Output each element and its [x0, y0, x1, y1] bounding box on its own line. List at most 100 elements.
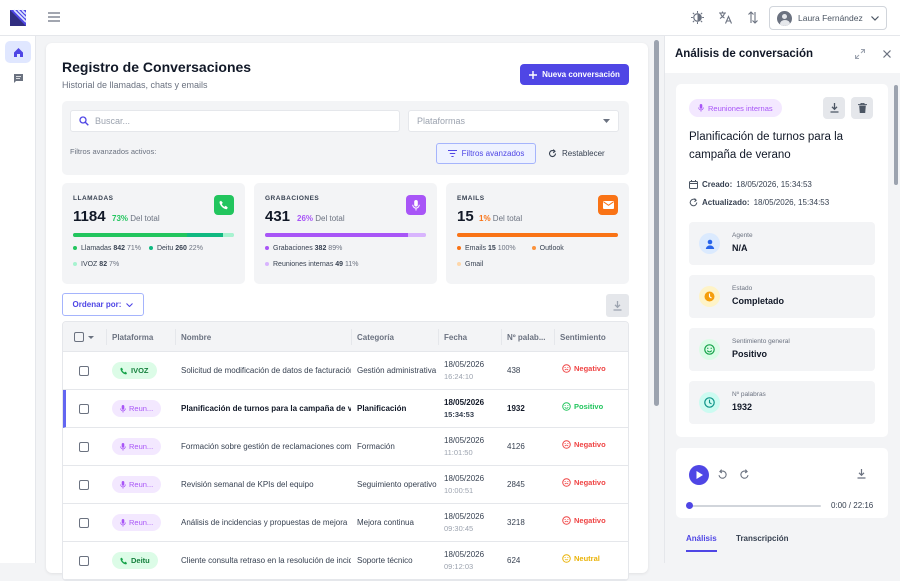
- row-checkbox[interactable]: [79, 442, 89, 452]
- main-scrollbar[interactable]: [654, 40, 659, 406]
- avatar: [777, 10, 792, 26]
- row-name: Solicitud de modificación de datos de fa…: [181, 366, 351, 375]
- column-header-platform[interactable]: Plataforma: [112, 333, 153, 342]
- download-icon: [830, 103, 838, 113]
- column-header-date[interactable]: Fecha: [444, 333, 467, 342]
- row-time: 16:24:10: [444, 372, 474, 381]
- emails-bar-segment: [457, 233, 618, 237]
- row-checkbox[interactable]: [79, 518, 89, 528]
- app-logo[interactable]: [9, 9, 27, 27]
- select-all-checkbox[interactable]: [74, 332, 84, 342]
- microphone-icon: [698, 104, 704, 112]
- platform-chip: Reun...: [112, 438, 162, 455]
- row-checkbox[interactable]: [79, 366, 89, 376]
- person-icon: [699, 233, 720, 254]
- row-checkbox[interactable]: [79, 404, 89, 414]
- column-header-sentiment[interactable]: Sentimiento: [560, 333, 606, 342]
- chevron-down-icon: [126, 302, 134, 307]
- row-name: Revisión semanal de KPIs del equipo: [181, 480, 314, 489]
- sort-arrows-icon[interactable]: [748, 11, 758, 24]
- recordings-pct: 26% Del total: [297, 214, 345, 223]
- sentiment-face-icon: [562, 516, 571, 525]
- sentiment-badge: Neutral: [562, 554, 600, 563]
- table-row[interactable]: Reun... Formación sobre gestión de reclam…: [63, 428, 628, 466]
- expand-icon[interactable]: [855, 49, 865, 59]
- row-checkbox[interactable]: [79, 480, 89, 490]
- sentiment-face-icon: [562, 402, 571, 411]
- row-time: 10:00:51: [444, 486, 474, 495]
- calls-bar-segment: [73, 233, 188, 237]
- top-bar: Laura Fernández: [0, 0, 900, 36]
- row-time: 09:12:03: [444, 562, 474, 571]
- reset-button[interactable]: Restablecer: [548, 143, 614, 164]
- panel-tabs: Análisis Transcripción: [676, 527, 888, 563]
- table-row[interactable]: Reun... Análisis de incidencias y propues…: [63, 504, 628, 542]
- menu-icon[interactable]: [48, 12, 60, 22]
- row-words: 438: [507, 366, 521, 375]
- rewind-icon[interactable]: [717, 469, 728, 480]
- theme-toggle-icon[interactable]: [691, 11, 704, 24]
- row-date: 18/05/2026: [444, 398, 485, 407]
- mail-icon: [598, 195, 618, 215]
- recordings-bar-segment: [265, 233, 409, 237]
- user-menu-button[interactable]: Laura Fernández: [769, 6, 887, 30]
- download-button[interactable]: [823, 97, 845, 119]
- filters-panel: Plataformas Filtros avanzados activos: F…: [62, 101, 629, 175]
- sentiment-face-icon: [562, 554, 571, 563]
- row-name: Análisis de incidencias y propuestas de …: [181, 518, 348, 527]
- tab-transcription[interactable]: Transcripción: [736, 534, 788, 543]
- smile-icon: [699, 339, 720, 360]
- caret-down-icon[interactable]: [88, 336, 94, 339]
- tab-analysis[interactable]: Análisis: [686, 534, 717, 552]
- play-icon: [696, 471, 703, 479]
- row-words: 4126: [507, 442, 525, 451]
- sentiment-face-icon: [562, 440, 571, 449]
- calls-legend: Llamadas 842 71% Deitu 260 22%: [73, 245, 203, 252]
- play-button[interactable]: [689, 465, 709, 485]
- clock-icon: [699, 286, 720, 307]
- close-icon[interactable]: [883, 50, 891, 58]
- delete-button[interactable]: [851, 97, 873, 119]
- forward-icon[interactable]: [739, 469, 750, 480]
- table-row[interactable]: Reun... Revisión semanal de KPIs del equi…: [63, 466, 628, 504]
- progress-track[interactable]: [686, 502, 821, 509]
- user-name: Laura Fernández: [798, 13, 863, 23]
- table-row[interactable]: Deitu Cliente consulta retraso en la reso…: [63, 542, 628, 580]
- table-row[interactable]: Reun... Planificación de turnos para la c…: [63, 390, 628, 428]
- progress-knob[interactable]: [686, 502, 693, 509]
- recordings-count: 431: [265, 208, 291, 225]
- stat-card-emails: EMAILS 15 1% Del total Emails 15 100% Ou…: [446, 183, 629, 284]
- order-by-button[interactable]: Ordenar por:: [62, 293, 144, 316]
- translate-icon[interactable]: [718, 11, 732, 24]
- panel-scrollbar[interactable]: [894, 85, 898, 185]
- column-header-words[interactable]: Nº palab...: [507, 333, 545, 342]
- table-row[interactable]: IVOZ Solicitud de modificación de datos d…: [63, 352, 628, 390]
- platform-select[interactable]: Plataformas: [408, 110, 619, 132]
- phone-icon: [120, 557, 128, 564]
- row-words: 624: [507, 556, 521, 565]
- sentiment-badge: Negativo: [562, 516, 606, 525]
- sidebar-item-home[interactable]: [5, 41, 31, 63]
- download-icon[interactable]: [857, 469, 866, 479]
- platform-tag: Reuniones internas: [689, 99, 782, 117]
- search-box[interactable]: [70, 110, 400, 132]
- column-header-category[interactable]: Categoría: [357, 333, 394, 342]
- search-input[interactable]: [95, 116, 375, 126]
- created-date: Creado: 18/05/2026, 15:34:53: [689, 180, 812, 189]
- refresh-icon: [689, 198, 698, 207]
- panel-title: Análisis de conversación: [675, 48, 814, 60]
- row-time: 09:30:45: [444, 524, 474, 533]
- refresh-icon: [548, 149, 557, 157]
- export-button[interactable]: [606, 294, 629, 317]
- column-header-name[interactable]: Nombre: [181, 333, 211, 342]
- advanced-filters-button[interactable]: Filtros avanzados: [436, 143, 536, 164]
- row-name: Cliente consulta retraso en la resolució…: [181, 556, 351, 565]
- sidebar-item-conversations[interactable]: [5, 67, 31, 89]
- new-conversation-button[interactable]: Nueva conversación: [520, 64, 629, 85]
- row-checkbox[interactable]: [79, 556, 89, 566]
- row-category: Planificación: [357, 404, 407, 413]
- filter-icon: [447, 150, 457, 157]
- row-date: 18/05/2026: [444, 550, 485, 559]
- calls-pct: 73% Del total: [112, 214, 160, 223]
- phone-icon: [120, 367, 128, 374]
